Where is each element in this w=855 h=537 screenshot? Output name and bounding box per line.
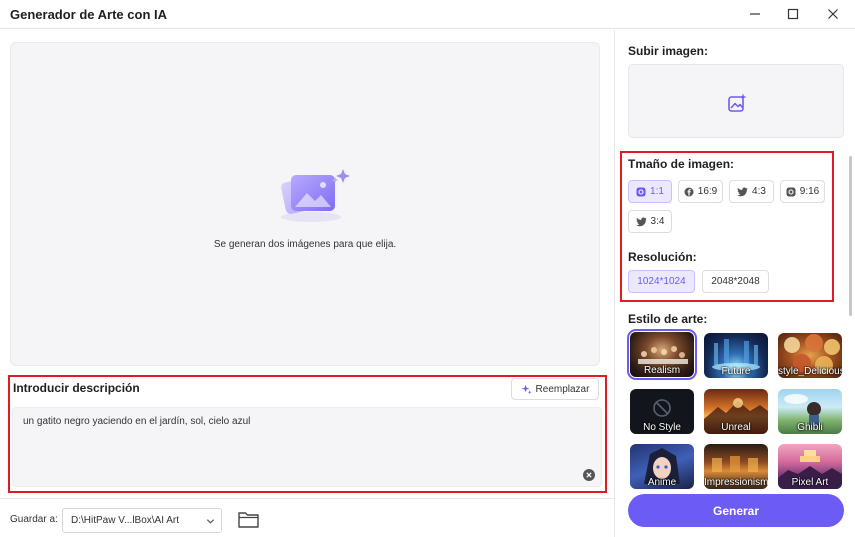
style-label: Unreal — [721, 422, 751, 433]
style-tile-future[interactable]: Future — [704, 333, 768, 378]
style-label: Pixel Art — [791, 477, 829, 488]
style-label: Future — [721, 366, 751, 377]
style-tile-no-style[interactable]: No Style — [630, 389, 694, 434]
save-label: Guardar a: — [10, 514, 58, 525]
style-label: style_Delicious — [778, 366, 842, 377]
size-option-16-9[interactable]: 16:9 — [678, 180, 723, 203]
resolution-option-2048[interactable]: 2048*2048 — [702, 270, 769, 293]
facebook-icon — [684, 187, 694, 196]
size-resolution-section: Tmaño de imagen: 1:1 16:9 4:3 9:16 3:4 R… — [620, 151, 834, 302]
size-option-label: 16:9 — [697, 186, 718, 197]
preview-area: Se generan dos imágenes para que elija. — [10, 42, 600, 366]
style-label: Anime — [647, 477, 677, 488]
style-tile-ghibli[interactable]: Ghibli — [778, 389, 842, 434]
style-tile-pixel-art[interactable]: Pixel Art — [778, 444, 842, 489]
replace-button[interactable]: Reemplazar — [511, 378, 599, 400]
clear-icon[interactable] — [583, 469, 595, 481]
bottom-divider — [0, 498, 614, 499]
size-option-1-1[interactable]: 1:1 — [628, 180, 672, 203]
style-label: Impressionism — [704, 477, 768, 488]
save-path-select[interactable]: D:\HitPaw V...lBox\AI Art — [62, 508, 222, 533]
size-option-label: 9:16 — [799, 186, 820, 197]
panel-divider — [614, 30, 615, 537]
images-placeholder-icon — [281, 169, 350, 222]
minimize-icon — [750, 13, 760, 15]
resolution-option-label: 2048*2048 — [711, 276, 760, 287]
size-option-9-16[interactable]: 9:16 — [780, 180, 825, 203]
panel-scrollbar[interactable] — [849, 156, 852, 316]
style-tile-unreal[interactable]: Unreal — [704, 389, 768, 434]
style-label: Ghibli — [797, 422, 823, 433]
art-style-title: Estilo de arte: — [628, 312, 708, 326]
style-label: Realism — [643, 365, 681, 376]
close-icon — [828, 9, 838, 19]
description-section: Introducir descripción Reemplazar un gat… — [8, 375, 607, 493]
upload-title: Subir imagen: — [628, 44, 709, 58]
chevron-down-icon — [206, 519, 215, 524]
replace-label: Reemplazar — [535, 383, 590, 395]
maximize-button[interactable] — [782, 4, 804, 24]
resolution-option-label: 1024*1024 — [637, 276, 686, 287]
style-label: No Style — [643, 422, 681, 433]
instagram-icon — [786, 187, 796, 196]
style-tile-realism[interactable]: Realism — [627, 329, 697, 380]
twitter-icon — [737, 187, 748, 196]
resolution-option-1024[interactable]: 1024*1024 — [628, 270, 695, 293]
add-image-icon — [728, 93, 747, 112]
save-path-value: D:\HitPaw V...lBox\AI Art — [71, 515, 180, 526]
generate-button[interactable]: Generar — [628, 494, 844, 527]
size-option-label: 3:4 — [650, 216, 665, 227]
size-option-4-3[interactable]: 4:3 — [729, 180, 774, 203]
description-input[interactable]: un gatito negro yaciendo en el jardín, s… — [12, 407, 602, 487]
description-title: Introducir descripción — [13, 381, 140, 395]
style-tile-anime[interactable]: Anime — [630, 444, 694, 489]
maximize-icon — [787, 8, 799, 20]
size-option-3-4[interactable]: 3:4 — [628, 210, 672, 233]
size-option-label: 1:1 — [650, 186, 664, 197]
title-bar: Generador de Arte con IA — [0, 0, 855, 29]
size-title: Tmaño de imagen: — [628, 157, 735, 171]
close-button[interactable] — [822, 4, 844, 24]
preview-message: Se generan dos imágenes para que elija. — [213, 239, 397, 250]
resolution-title: Resolución: — [628, 250, 697, 264]
instagram-icon — [636, 187, 646, 196]
size-option-label: 4:3 — [752, 186, 766, 197]
upload-dropzone[interactable] — [628, 64, 844, 138]
style-tile-delicious[interactable]: style_Delicious — [778, 333, 842, 378]
twitter-icon — [635, 217, 647, 226]
folder-icon[interactable] — [238, 511, 259, 528]
app-title: Generador de Arte con IA — [10, 7, 167, 22]
style-tile-impressionism[interactable]: Impressionism — [704, 444, 768, 489]
sparkle-icon — [520, 384, 532, 394]
minimize-button[interactable] — [744, 4, 766, 24]
description-text: un gatito negro yaciendo en el jardín, s… — [23, 416, 251, 427]
